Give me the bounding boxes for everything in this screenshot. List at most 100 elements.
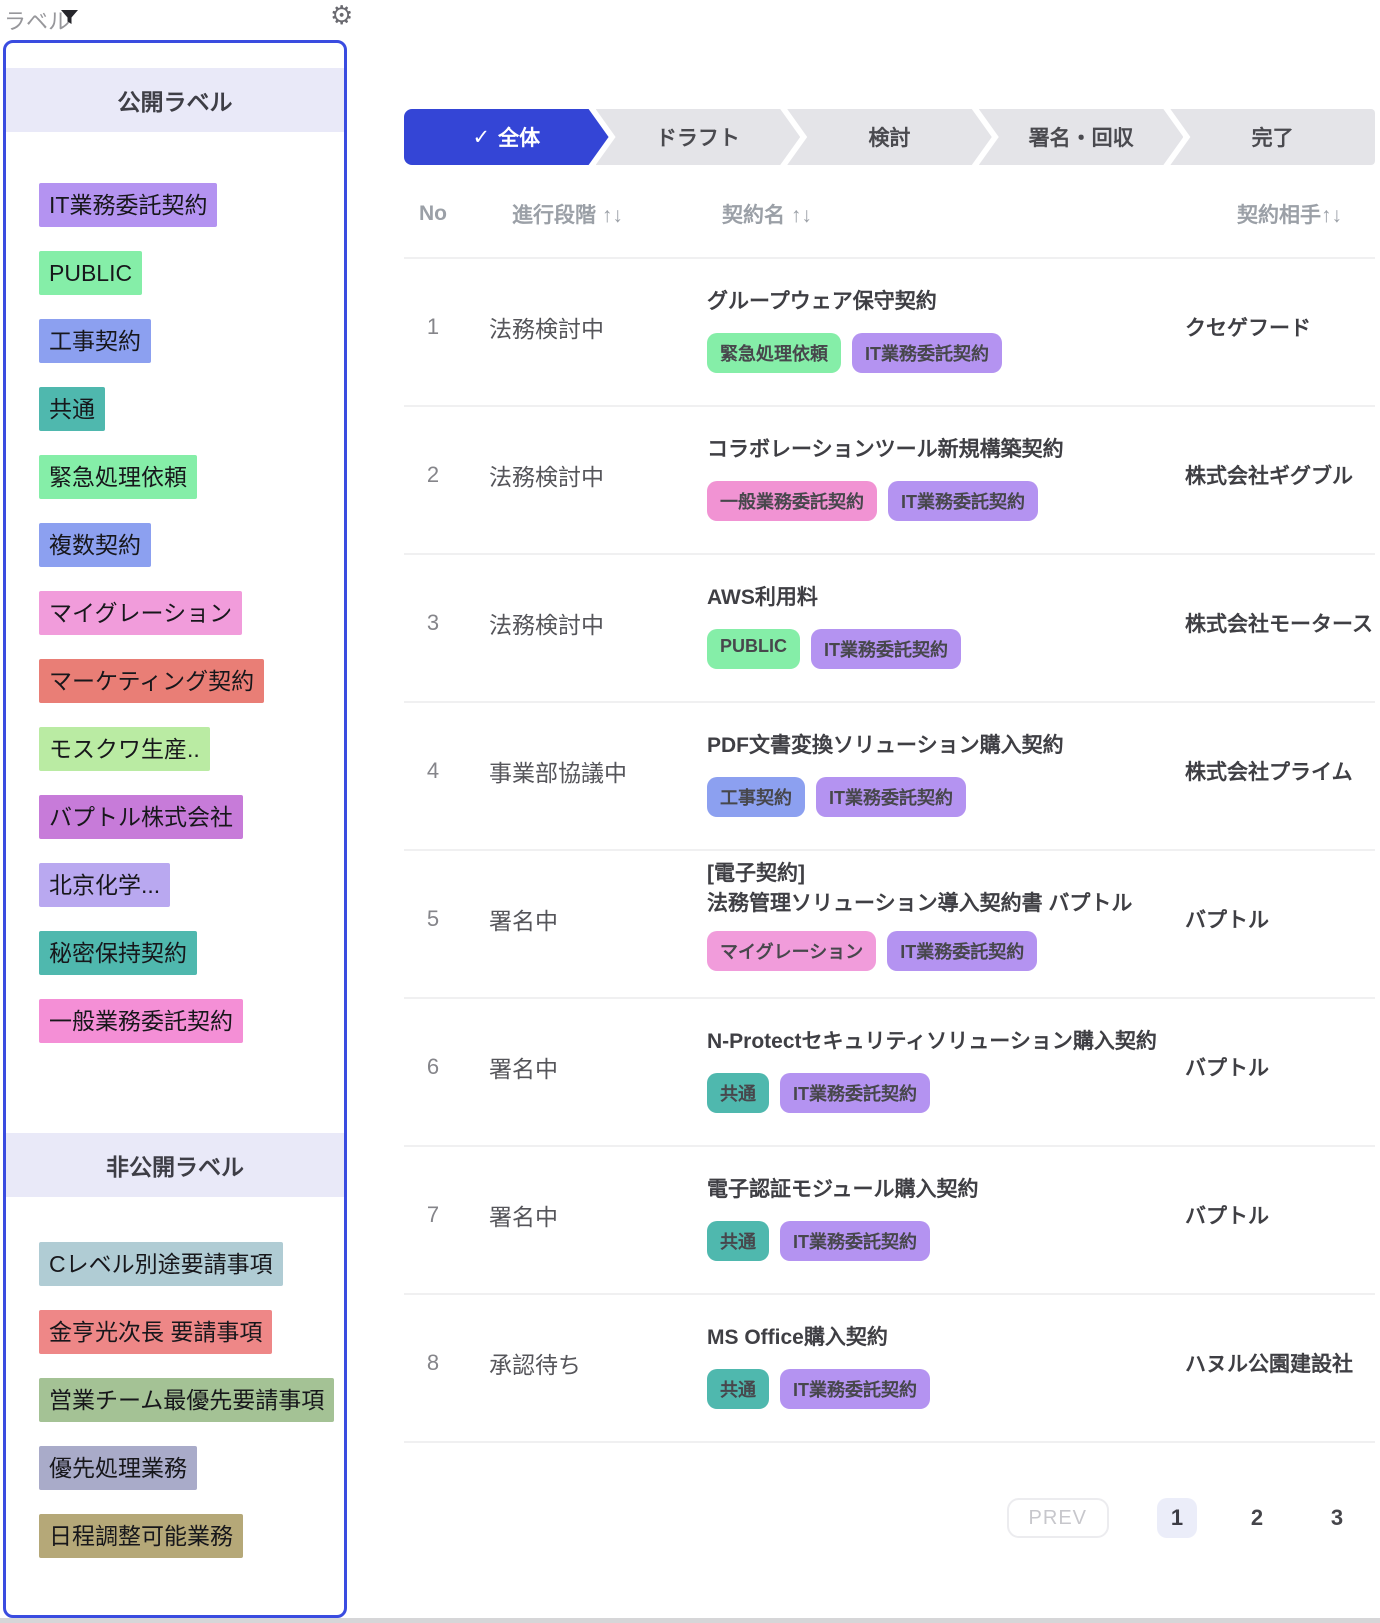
settings-gear-icon[interactable]: ⚙ xyxy=(330,0,353,31)
table-header-row: No 進行段階 ↑↓ 契約名 ↑↓ 契約相手↑↓ xyxy=(404,190,1375,238)
contract-tag[interactable]: IT業務委託契約 xyxy=(887,931,1037,971)
contract-tag[interactable]: PUBLIC xyxy=(707,629,800,669)
contracts-main: ✓ 全体 ドラフト 検討 署名・回収 完了 No 進行段階 ↑↓ 契約名 ↑↓ … xyxy=(404,0,1375,1623)
contract-name-line: N-Protectセキュリティソリューション購入契約 xyxy=(707,1027,1170,1057)
contract-tag[interactable]: IT業務委託契約 xyxy=(780,1073,930,1113)
contract-tag[interactable]: IT業務委託契約 xyxy=(888,481,1038,521)
public-labels-header: 公開ラベル xyxy=(6,68,344,132)
table-row[interactable]: 1 法務検討中 グループウェア保守契約 緊急処理依頼IT業務委託契約 クセゲフー… xyxy=(404,257,1375,405)
stepper-tab[interactable]: ドラフト xyxy=(596,109,801,165)
table-row[interactable]: 6 署名中 N-Protectセキュリティソリューション購入契約 共通IT業務委… xyxy=(404,997,1375,1145)
row-contract: AWS利用料 PUBLIC IT業務委託契約 xyxy=(690,555,1170,701)
table-row[interactable]: 5 署名中 [電子契約]法務管理ソリューション導入契約書 バプトル マイグレーシ… xyxy=(404,849,1375,997)
row-number: 4 xyxy=(404,703,462,849)
label-chip[interactable]: バプトル株式会社 xyxy=(39,795,243,839)
row-contract: 電子認証モジュール購入契約 共通IT業務委託契約 xyxy=(690,1147,1170,1293)
label-chip[interactable]: 営業チーム最優先要請事項 xyxy=(39,1378,334,1422)
label-chip[interactable]: 秘密保持契約 xyxy=(39,931,197,975)
table-row[interactable]: 8 承認待ち MS Office購入契約 共通IT業務委託契約 ハヌル公園建設社 xyxy=(404,1293,1375,1441)
label-list-item: マーケティング契約 xyxy=(39,659,334,703)
contract-tag-list: 共通 IT業務委託契約 xyxy=(707,1221,1170,1261)
stepper-tab-label: 全体 xyxy=(498,122,540,152)
stepper-tab[interactable]: 署名・回収 xyxy=(979,109,1184,165)
contract-tag[interactable]: IT業務委託契約 xyxy=(780,1221,930,1261)
label-list-item: 北京化学... xyxy=(39,863,334,907)
stepper-tab-label: 完了 xyxy=(1252,122,1294,152)
label-list-item: マイグレーション xyxy=(39,591,334,635)
stepper-tab[interactable]: ✓ 全体 xyxy=(404,109,609,165)
label-chip[interactable]: 複数契約 xyxy=(39,523,151,567)
label-chip[interactable]: IT業務委託契約 xyxy=(39,183,217,227)
label-chip[interactable]: 工事契約 xyxy=(39,319,151,363)
labels-sidebar: 公開ラベル IT業務委託契約 PUBLIC 工事契約 共通 緊急処理依頼 複数契… xyxy=(3,40,347,1618)
col-header-name-sort[interactable]: 契約名 ↑↓ xyxy=(690,199,1170,229)
contract-tag-list: PUBLIC IT業務委託契約 xyxy=(707,629,1170,669)
contract-tag[interactable]: 共通 xyxy=(707,1073,769,1113)
contract-name-line: グループウェア保守契約 xyxy=(707,287,1170,317)
partner-name: 株式会社プライム xyxy=(1170,703,1375,849)
pagination: PREV 123 xyxy=(404,1497,1375,1539)
public-labels-list: IT業務委託契約 PUBLIC 工事契約 共通 緊急処理依頼 複数契約 マイグレ… xyxy=(39,183,334,1067)
table-row[interactable]: 4 事業部協議中 PDF文書変換ソリューション購入契約 工事契約IT業務委託契約… xyxy=(404,701,1375,849)
contract-tag[interactable]: 一般業務委託契約 xyxy=(707,481,877,521)
contract-tag[interactable]: 緊急処理依頼 xyxy=(707,333,841,373)
label-chip[interactable]: モスクワ生産.. xyxy=(39,727,210,771)
contract-tag[interactable]: 工事契約 xyxy=(707,777,805,817)
label-chip[interactable]: 共通 xyxy=(39,387,105,431)
contract-name-line: コラボレーションツール新規構築契約 xyxy=(707,435,1170,465)
contract-name: コラボレーションツール新規構築契約 xyxy=(707,435,1170,465)
contract-tag[interactable]: 共通 xyxy=(707,1369,769,1409)
contract-tag[interactable]: IT業務委託契約 xyxy=(780,1369,930,1409)
check-icon: ✓ xyxy=(472,125,490,150)
label-chip[interactable]: マーケティング契約 xyxy=(39,659,264,703)
label-list-item: 優先処理業務 xyxy=(39,1446,334,1490)
label-list-item: 緊急処理依頼 xyxy=(39,455,334,499)
label-chip[interactable]: 緊急処理依頼 xyxy=(39,455,197,499)
filter-funnel-icon[interactable] xyxy=(60,9,79,27)
contract-name-line: MS Office購入契約 xyxy=(707,1323,1170,1353)
label-chip[interactable]: 北京化学... xyxy=(39,863,170,907)
contract-name: PDF文書変換ソリューション購入契約 xyxy=(707,731,1170,761)
row-contract: コラボレーションツール新規構築契約 一般業務委託契約 IT業務委託契約 xyxy=(690,407,1170,553)
contract-tag[interactable]: マイグレーション xyxy=(707,931,876,971)
label-list-item: 秘密保持契約 xyxy=(39,931,334,975)
label-list-item: バプトル株式会社 xyxy=(39,795,334,839)
page-number-button[interactable]: 2 xyxy=(1237,1498,1277,1538)
label-chip[interactable]: Cレベル別途要請事項 xyxy=(39,1242,283,1286)
page-number-button[interactable]: 3 xyxy=(1317,1498,1357,1538)
label-list-item: 共通 xyxy=(39,387,334,431)
row-contract: PDF文書変換ソリューション購入契約 工事契約 IT業務委託契約 xyxy=(690,703,1170,849)
contract-tag[interactable]: IT業務委託契約 xyxy=(816,777,966,817)
col-header-partner-sort[interactable]: 契約相手↑↓ xyxy=(1170,199,1375,229)
contract-tag-list: 一般業務委託契約 IT業務委託契約 xyxy=(707,481,1170,521)
contract-tag[interactable]: IT業務委託契約 xyxy=(852,333,1002,373)
contract-tag[interactable]: IT業務委託契約 xyxy=(811,629,961,669)
stepper-tab[interactable]: 完了 xyxy=(1170,109,1375,165)
label-chip[interactable]: 一般業務委託契約 xyxy=(39,999,243,1043)
stepper-tab-label: ドラフト xyxy=(656,122,740,152)
private-labels-list: Cレベル別途要請事項 金亨光次長 要請事項 営業チーム最優先要請事項 優先処理業… xyxy=(39,1242,334,1582)
label-chip[interactable]: 優先処理業務 xyxy=(39,1446,197,1490)
stage-stepper: ✓ 全体 ドラフト 検討 署名・回収 完了 xyxy=(404,109,1375,165)
label-list-item: Cレベル別途要請事項 xyxy=(39,1242,334,1286)
row-stage: 法務検討中 xyxy=(462,407,690,553)
label-list-item: 一般業務委託契約 xyxy=(39,999,334,1043)
page-number-button[interactable]: 1 xyxy=(1157,1498,1197,1538)
contract-name: グループウェア保守契約 xyxy=(707,287,1170,317)
label-chip[interactable]: 日程調整可能業務 xyxy=(39,1514,243,1558)
contract-tag[interactable]: 共通 xyxy=(707,1221,769,1261)
stepper-tab[interactable]: 検討 xyxy=(787,109,992,165)
label-chip[interactable]: マイグレーション xyxy=(39,591,242,635)
contract-name-line: AWS利用料 xyxy=(707,583,1170,613)
table-row[interactable]: 2 法務検討中 コラボレーションツール新規構築契約 一般業務委託契約IT業務委託… xyxy=(404,405,1375,553)
stepper-tab-label: 検討 xyxy=(868,122,910,152)
row-stage: 署名中 xyxy=(462,851,690,997)
col-header-stage-sort[interactable]: 進行段階 ↑↓ xyxy=(462,199,690,229)
label-list-item: 複数契約 xyxy=(39,523,334,567)
table-row[interactable]: 3 法務検討中 AWS利用料 PUBLICIT業務委託契約 株式会社モータース xyxy=(404,553,1375,701)
table-row[interactable]: 7 署名中 電子認証モジュール購入契約 共通IT業務委託契約 バプトル xyxy=(404,1145,1375,1293)
label-chip[interactable]: PUBLIC xyxy=(39,251,142,295)
bottom-edge-strip xyxy=(0,1618,1380,1623)
prev-page-button[interactable]: PREV xyxy=(1007,1498,1109,1538)
label-chip[interactable]: 金亨光次長 要請事項 xyxy=(39,1310,272,1354)
